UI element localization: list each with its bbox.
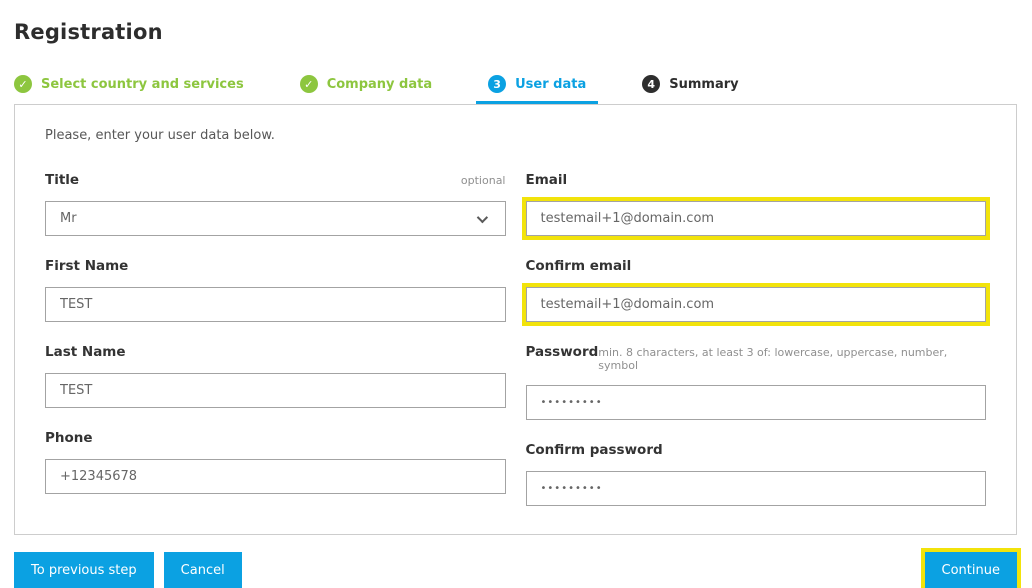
step-user-data[interactable]: 3 User data — [476, 75, 599, 104]
phone-label: Phone — [45, 430, 93, 446]
first-name-label: First Name — [45, 258, 129, 274]
last-name-label: Last Name — [45, 344, 126, 360]
step-number-icon: 3 — [488, 75, 507, 93]
registration-page: Registration ✓ Select country and servic… — [0, 0, 1032, 588]
title-select-value: Mr — [60, 211, 77, 226]
form-left-column: Title optional Mr First Name TEST Last N… — [45, 172, 506, 506]
last-name-input[interactable] — [45, 373, 506, 408]
step-number-icon: 4 — [642, 75, 661, 93]
continue-button[interactable]: Continue — [924, 552, 1017, 588]
check-icon: ✓ — [14, 75, 32, 93]
step-label: Select country and services — [41, 76, 244, 92]
email-input[interactable] — [525, 201, 986, 236]
email-label: Email — [525, 172, 568, 188]
title-label: Title — [45, 172, 80, 188]
step-label: User data — [515, 76, 587, 92]
chevron-down-icon — [476, 211, 488, 223]
confirm-email-field: Confirm email — [525, 258, 986, 322]
step-select-country-and-services[interactable]: ✓ Select country and services — [2, 75, 256, 104]
password-input[interactable] — [525, 385, 986, 420]
password-label: Password — [525, 344, 599, 360]
user-data-form-panel: Please, enter your user data below. Titl… — [14, 104, 1017, 535]
first-name-input[interactable] — [45, 287, 506, 322]
previous-step-button[interactable]: To previous step — [14, 552, 154, 588]
confirm-email-input[interactable] — [525, 287, 986, 322]
step-label: Company data — [326, 76, 433, 92]
form-intro-text: Please, enter your user data below. — [45, 128, 275, 143]
email-field: Email — [525, 172, 986, 236]
confirm-password-input[interactable] — [525, 471, 986, 506]
phone-field: Phone — [45, 430, 506, 494]
title-select[interactable]: Mr — [45, 201, 506, 236]
optional-note: optional — [460, 174, 506, 187]
step-summary[interactable]: 4 Summary — [630, 75, 750, 104]
check-icon: ✓ — [299, 75, 318, 93]
password-hint: min. 8 characters, at least 3 of: lowerc… — [598, 346, 948, 372]
cancel-button[interactable]: Cancel — [163, 552, 242, 588]
confirm-password-field: Confirm password — [525, 442, 986, 506]
form-right-column: Email Confirm email Password min. 8 char… — [525, 172, 986, 506]
form-footer: To previous step Cancel Continue — [14, 552, 1017, 588]
password-field: Password min. 8 characters, at least 3 o… — [525, 344, 986, 420]
form-grid: Title optional Mr First Name TEST Last N… — [45, 172, 986, 506]
first-name-field: First Name — [45, 258, 506, 322]
confirm-email-label: Confirm email — [525, 258, 632, 274]
step-company-data[interactable]: ✓ Company data — [288, 75, 444, 104]
wizard-steps: ✓ Select country and services ✓ Company … — [14, 75, 1017, 104]
last-name-field: Last Name — [45, 344, 506, 408]
confirm-password-label: Confirm password — [525, 442, 663, 458]
step-label: Summary — [669, 76, 739, 92]
title-field: Title optional Mr — [45, 172, 506, 236]
phone-input[interactable] — [45, 459, 506, 494]
page-title: Registration — [14, 20, 163, 44]
